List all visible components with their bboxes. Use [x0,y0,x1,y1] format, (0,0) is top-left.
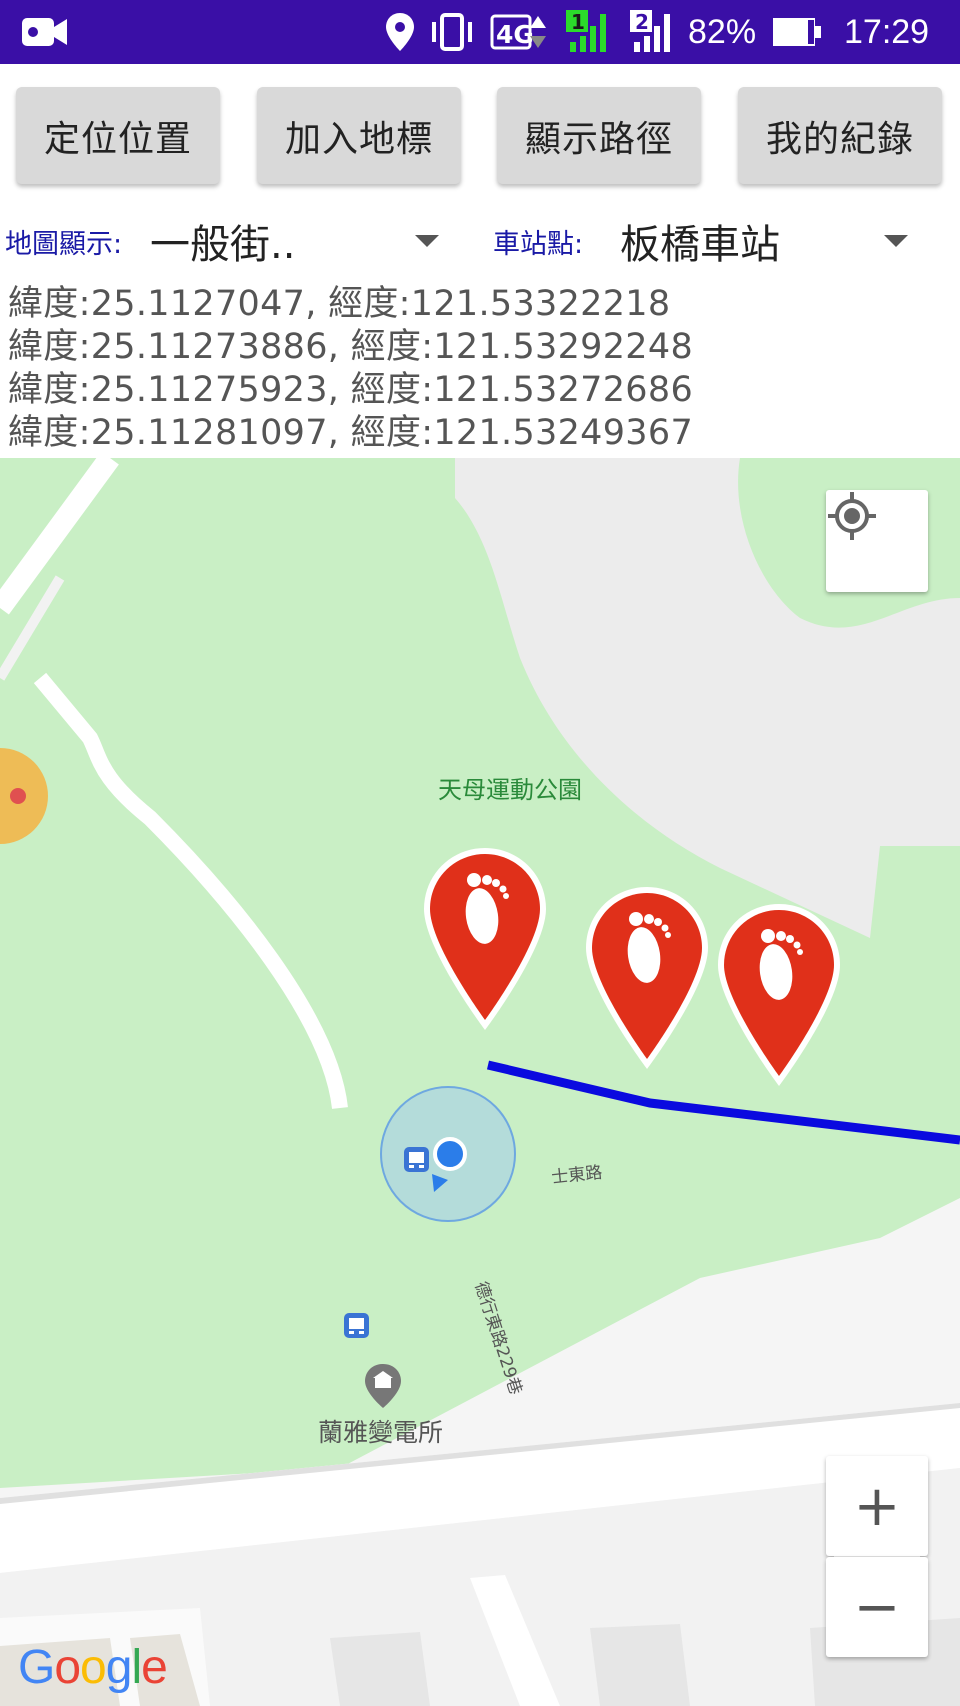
vibrate-icon [428,0,476,64]
network-4g-icon: 4G [490,0,552,64]
zoom-in-button[interactable]: + [826,1456,928,1556]
battery-icon [772,0,822,64]
show-route-button[interactable]: 顯示路徑 [497,87,701,184]
status-bar: 4G 1 2 82% 17:29 [0,0,960,64]
network-label: 4G [496,20,534,49]
coordinate-line: 緯度:25.1127047, 經度:121.53322218 [8,284,671,324]
zoom-out-button[interactable]: − [826,1557,928,1657]
map-view[interactable]: 天母運動公園 士東路 德行東路229巷 蘭雅變電所 + − [0,458,960,1706]
park-label: 天母運動公園 [438,776,582,804]
sim1-label: 1 [571,10,585,34]
google-logo: Google [18,1641,168,1694]
bus-stop-icon [404,1147,429,1172]
map-display-label: 地圖顯示: [5,229,123,260]
coordinate-line: 緯度:25.11273886, 經度:121.53292248 [8,327,694,367]
location-icon [386,0,414,64]
station-label: 車站點: [493,229,584,260]
coordinate-line: 緯度:25.11281097, 經度:121.53249367 [8,413,694,453]
station-spinner[interactable]: 板橋車站 [620,212,780,270]
poi-label: 蘭雅變電所 [318,1418,443,1447]
coordinate-line: 緯度:25.11275923, 經度:121.53272686 [8,370,694,410]
station-dropdown-icon[interactable] [884,235,908,247]
action-toolbar: 定位位置 加入地標 顯示路徑 我的紀錄 [0,64,960,204]
battery-percent: 82% [688,12,757,51]
my-records-button[interactable]: 我的紀錄 [738,87,942,184]
my-location-button[interactable] [826,490,928,592]
add-landmark-button[interactable]: 加入地標 [257,87,461,184]
video-camera-icon [22,0,68,64]
map-display-spinner[interactable]: 一般街.. [150,212,295,270]
map-display-dropdown-icon[interactable] [415,235,439,247]
bus-stop-icon [344,1313,369,1338]
current-location-dot [433,1137,467,1171]
sim2-label: 2 [635,10,649,34]
signal-sim1-icon: 1 [566,0,612,64]
coordinate-list: 緯度:25.1127047, 經度:121.53322218 緯度:25.112… [8,283,693,455]
crosshair-icon [828,492,876,540]
clock: 17:29 [844,12,930,51]
locate-position-button[interactable]: 定位位置 [16,87,220,184]
signal-sim2-icon: 2 [630,0,676,64]
